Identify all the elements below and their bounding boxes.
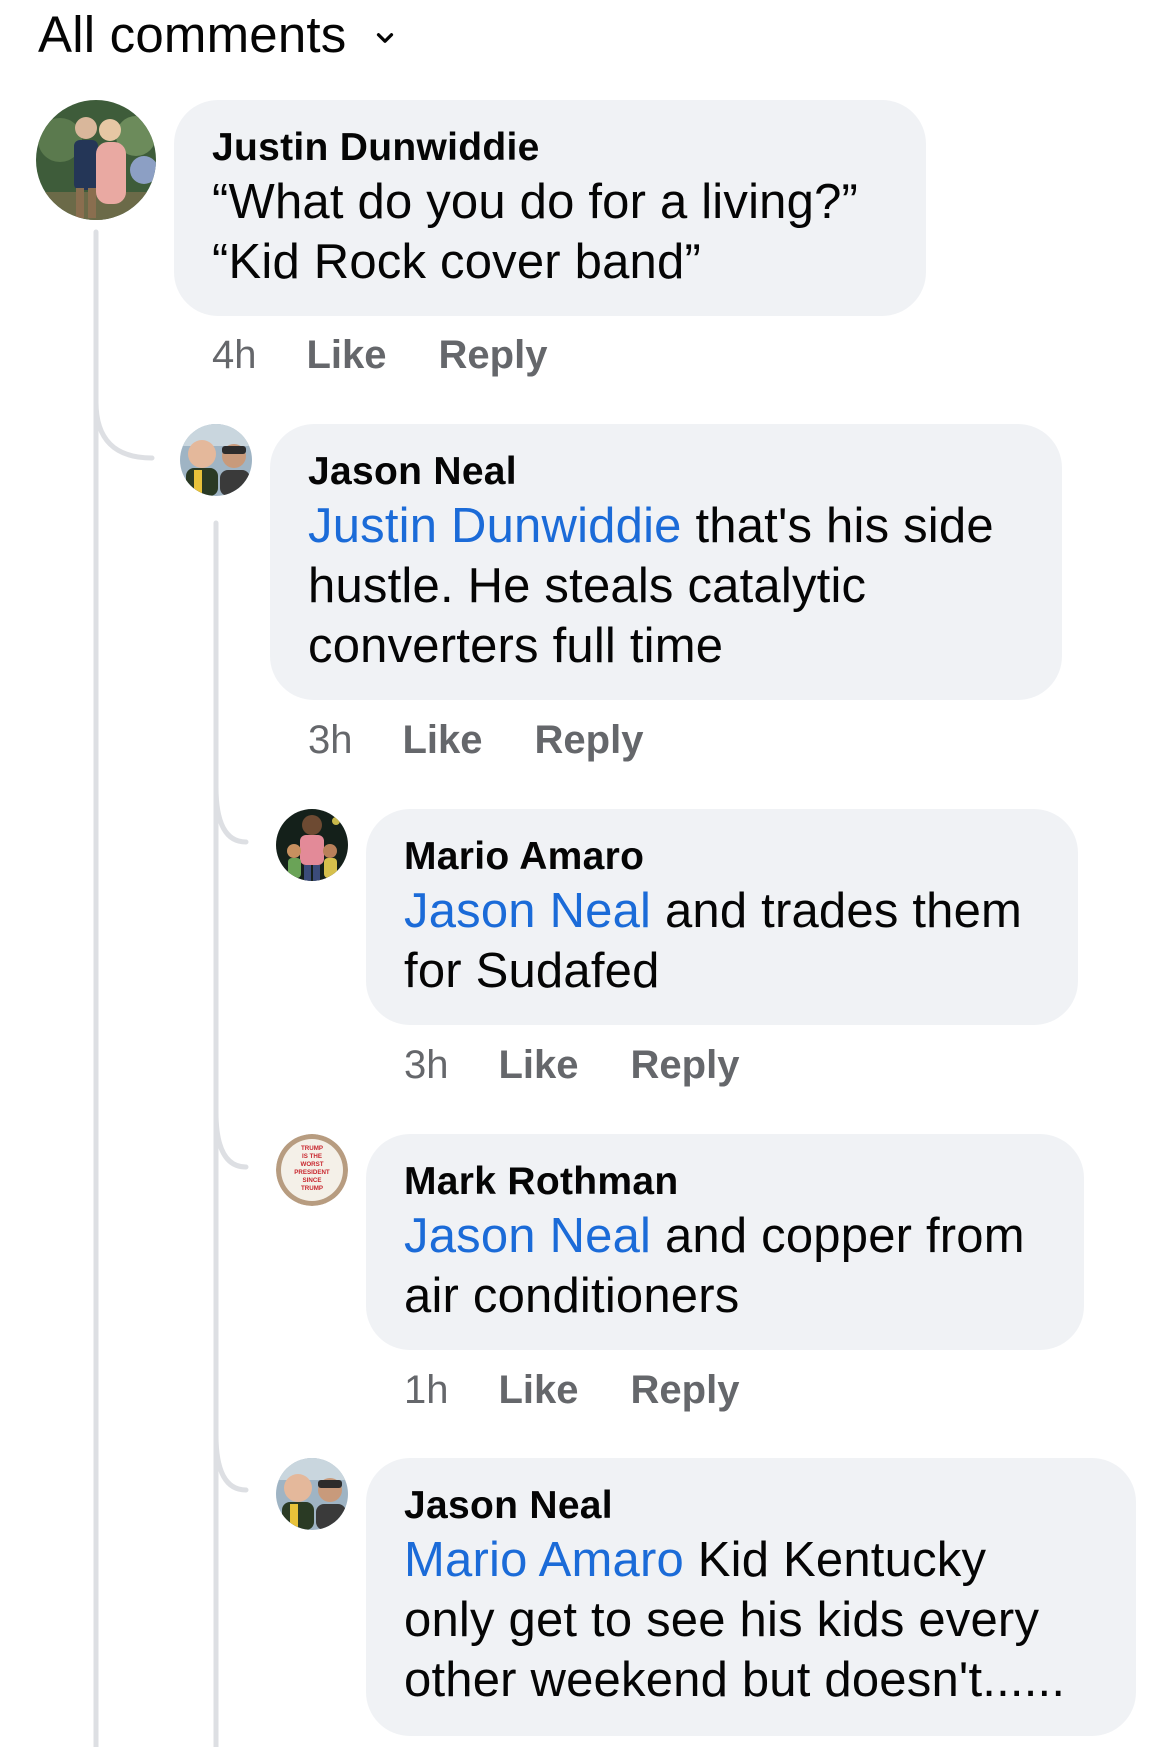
comment-text-line: hustle. He steals catalytic bbox=[308, 559, 867, 613]
mention-link[interactable]: Mario Amaro bbox=[404, 1533, 684, 1587]
comment-bubble: Mark Rothman Jason Neal and copper from … bbox=[366, 1134, 1084, 1350]
comment-text: Justin Dunwiddie that's his side hustle.… bbox=[308, 496, 1028, 676]
badge-text-line: WORST bbox=[300, 1161, 323, 1168]
comment-timestamp[interactable]: 4h bbox=[212, 333, 257, 378]
reply-button[interactable]: Reply bbox=[535, 718, 644, 763]
avatar[interactable] bbox=[180, 424, 252, 496]
badge-text-line: IS THE bbox=[302, 1153, 322, 1160]
comment-bubble: Justin Dunwiddie “What do you do for a l… bbox=[174, 100, 926, 316]
mention-link[interactable]: Jason Neal bbox=[404, 1209, 651, 1263]
comment-author[interactable]: Justin Dunwiddie bbox=[212, 124, 890, 172]
avatar[interactable] bbox=[276, 1458, 348, 1530]
comment-text-line: Jason Neal and trades them bbox=[404, 881, 1044, 941]
comment-bubble: Jason Neal Mario Amaro Kid Kentucky only… bbox=[366, 1458, 1136, 1736]
badge-text-line: SINCE bbox=[303, 1177, 322, 1184]
filter-label: All comments bbox=[38, 6, 347, 63]
comment-timestamp[interactable]: 3h bbox=[308, 718, 353, 763]
comment-filter-dropdown[interactable]: All comments bbox=[38, 2, 398, 68]
comment-text: Jason Neal and trades them for Sudafed bbox=[404, 881, 1044, 1001]
comment-text-fragment: Kid Kentucky bbox=[683, 1533, 987, 1587]
badge-text-line: TRUMP bbox=[301, 1145, 323, 1152]
reply-button[interactable]: Reply bbox=[439, 333, 548, 378]
comment-text-fragment: that's his side bbox=[681, 499, 994, 553]
comment-text-line: Mario Amaro Kid Kentucky bbox=[404, 1530, 1106, 1590]
badge-text-line: PRESIDENT bbox=[294, 1169, 330, 1176]
comment-actions: 3h Like Reply bbox=[404, 1040, 739, 1090]
mention-link[interactable]: Jason Neal bbox=[404, 884, 651, 938]
comment-author[interactable]: Mario Amaro bbox=[404, 833, 1044, 881]
like-button[interactable]: Like bbox=[403, 718, 483, 763]
comment-timestamp[interactable]: 1h bbox=[404, 1368, 449, 1413]
comment-timestamp[interactable]: 3h bbox=[404, 1043, 449, 1088]
comment-author[interactable]: Jason Neal bbox=[404, 1482, 1106, 1530]
comment-actions: 3h Like Reply bbox=[308, 715, 643, 765]
comment-bubble: Jason Neal Justin Dunwiddie that's his s… bbox=[270, 424, 1062, 700]
like-button[interactable]: Like bbox=[499, 1368, 579, 1413]
like-button[interactable]: Like bbox=[499, 1043, 579, 1088]
comment-text-line: for Sudafed bbox=[404, 944, 660, 998]
avatar[interactable] bbox=[36, 100, 156, 220]
comment-text-line: air conditioners bbox=[404, 1269, 740, 1323]
avatar-badge[interactable]: TRUMP IS THE WORST PRESIDENT SINCE TRUMP bbox=[276, 1134, 348, 1206]
comment-text-line: converters full time bbox=[308, 619, 724, 673]
reply-button[interactable]: Reply bbox=[631, 1043, 740, 1088]
reply-button[interactable]: Reply bbox=[631, 1368, 740, 1413]
comment-bubble: Mario Amaro Jason Neal and trades them f… bbox=[366, 809, 1078, 1025]
chevron-down-icon bbox=[377, 33, 394, 43]
badge-text-line: TRUMP bbox=[301, 1185, 323, 1192]
comment-text: Jason Neal and copper from air condition… bbox=[404, 1206, 1050, 1326]
comment-text-line: Justin Dunwiddie that's his side bbox=[308, 496, 1028, 556]
mention-link[interactable]: Justin Dunwiddie bbox=[308, 499, 682, 553]
comment-text-line: “Kid Rock cover band” bbox=[212, 235, 701, 289]
comment-author[interactable]: Mark Rothman bbox=[404, 1158, 1050, 1206]
like-button[interactable]: Like bbox=[307, 333, 387, 378]
comments-page: All comments Justin Dunwiddie “What do y… bbox=[0, 0, 1170, 1747]
comment-text-fragment: and copper from bbox=[651, 1209, 1025, 1263]
comment-author[interactable]: Jason Neal bbox=[308, 448, 1028, 496]
comment-text-line: other weekend but doesn't...... bbox=[404, 1653, 1066, 1707]
avatar[interactable] bbox=[276, 809, 348, 881]
comment-text: “What do you do for a living?” “Kid Rock… bbox=[212, 172, 890, 292]
comment-text-line: only get to see his kids every bbox=[404, 1593, 1040, 1647]
comment-text-line: “What do you do for a living?” bbox=[212, 175, 859, 229]
comment-text-line: Jason Neal and copper from bbox=[404, 1206, 1050, 1266]
comment-text: Mario Amaro Kid Kentucky only get to see… bbox=[404, 1530, 1106, 1710]
comment-text-fragment: and trades them bbox=[651, 884, 1023, 938]
comment-actions: 4h Like Reply bbox=[212, 330, 547, 380]
comment-actions: 1h Like Reply bbox=[404, 1365, 739, 1415]
